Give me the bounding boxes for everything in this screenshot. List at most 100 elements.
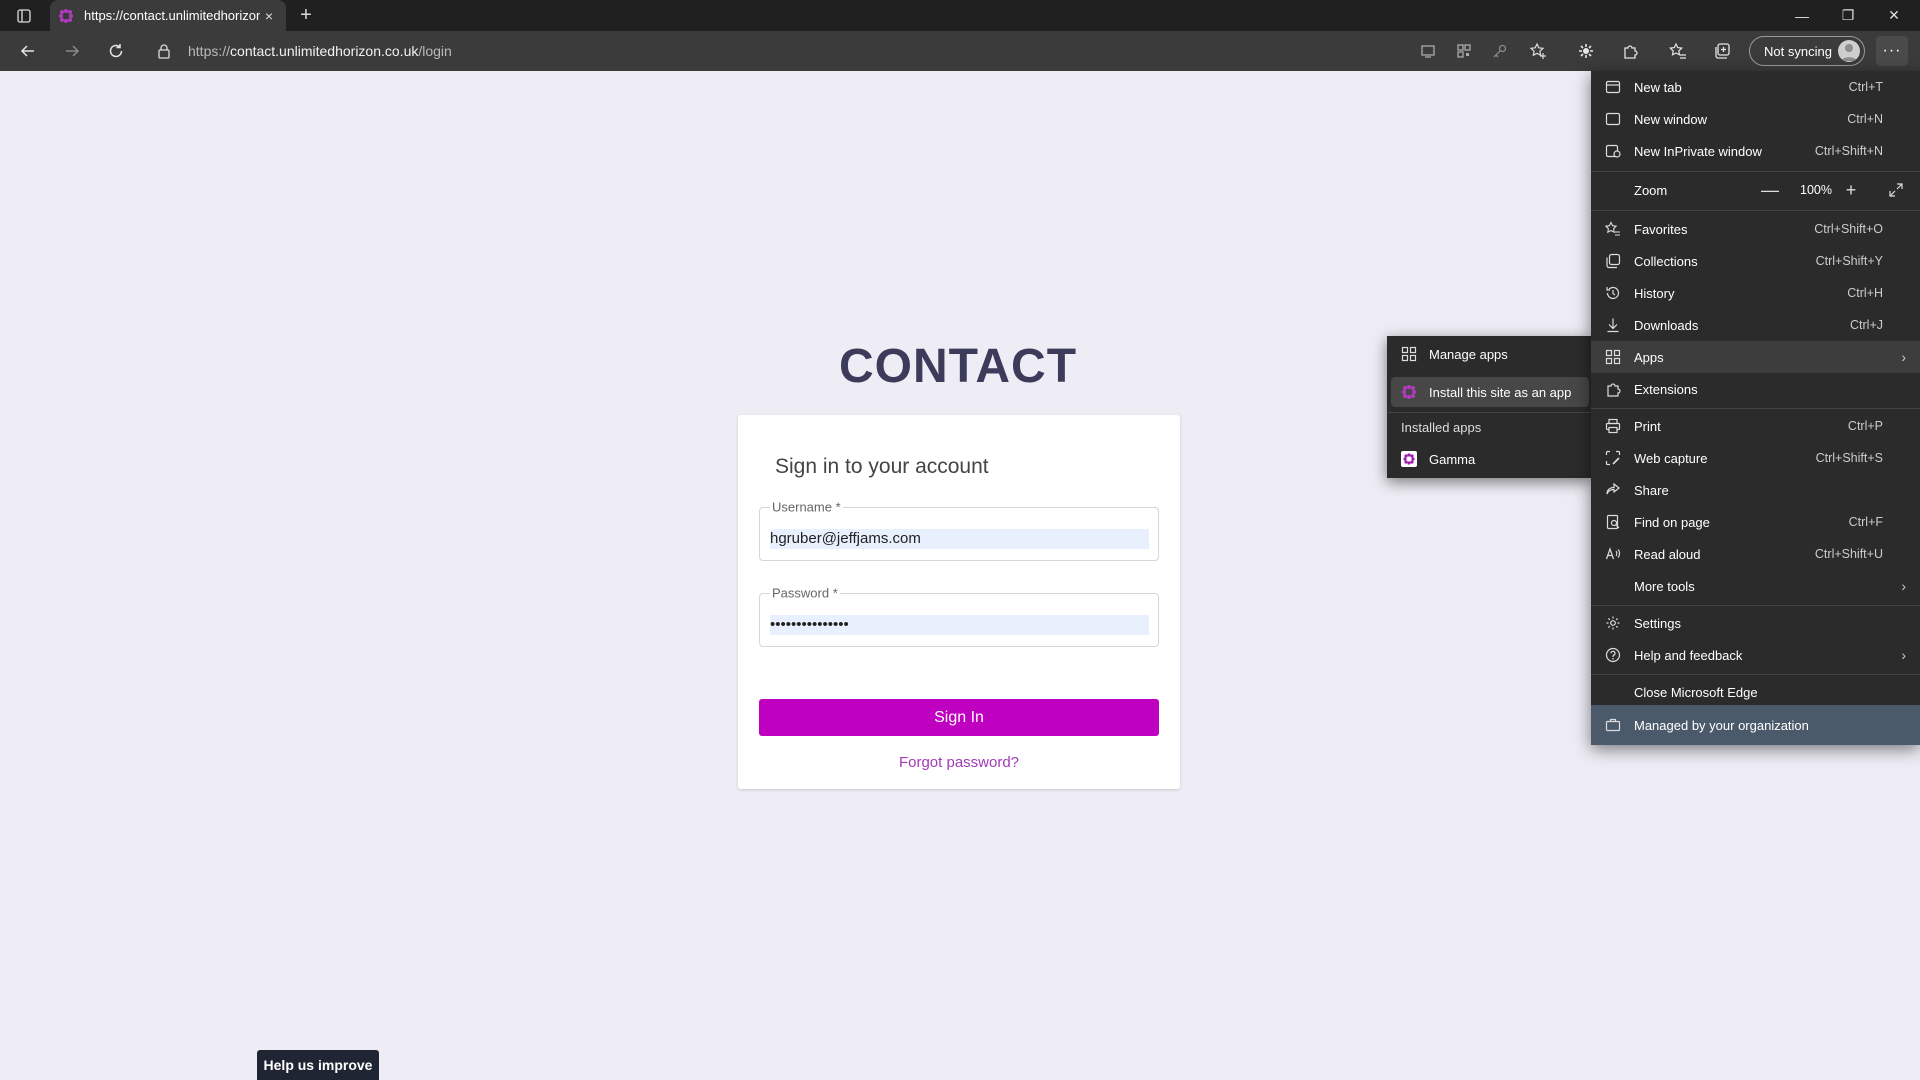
add-favorite-button[interactable] — [1524, 37, 1552, 65]
back-button[interactable] — [14, 37, 42, 65]
menu-item-extensions[interactable]: Extensions — [1591, 373, 1920, 405]
menu-item-apps[interactable]: Apps › — [1591, 341, 1920, 373]
menu-item-print[interactable]: Print Ctrl+P — [1591, 410, 1920, 442]
username-input[interactable]: hgruber@jeffjams.com — [770, 529, 1149, 549]
menu-label: Settings — [1634, 615, 1681, 631]
site-favicon-icon — [59, 8, 73, 23]
menu-shortcut: Ctrl+J — [1850, 318, 1883, 332]
menu-label: Share — [1634, 482, 1669, 498]
tab-actions-icon — [17, 9, 31, 23]
menu-item-new-tab[interactable]: New tab Ctrl+T — [1591, 71, 1920, 103]
menu-item-zoom: Zoom — 100% + — [1591, 174, 1920, 206]
chevron-right-icon: › — [1901, 578, 1906, 594]
help-us-improve-button[interactable]: Help us improve — [257, 1050, 379, 1080]
history-icon — [1605, 285, 1621, 301]
menu-item-new-inprivate-window[interactable]: New InPrivate window Ctrl+Shift+N — [1591, 135, 1920, 167]
refresh-button[interactable] — [102, 37, 130, 65]
refresh-icon — [109, 44, 123, 58]
avatar — [1838, 40, 1860, 62]
tab-actions-button[interactable] — [10, 4, 38, 28]
managed-row: Managed by your organization — [1591, 709, 1920, 741]
menu-divider — [1591, 210, 1920, 211]
menu-item-web-capture[interactable]: Web capture Ctrl+Shift+S — [1591, 442, 1920, 474]
star-add-icon — [1529, 42, 1546, 59]
manage-apps-icon — [1401, 346, 1417, 362]
menu-shortcut: Ctrl+F — [1848, 515, 1883, 529]
close-window-button[interactable]: ✕ — [1872, 0, 1916, 31]
tab-active[interactable]: https://contact.unlimitedhorizon × — [50, 0, 286, 31]
address-bar[interactable]: https://contact.unlimitedhorizon.co.uk/l… — [150, 37, 1410, 65]
forward-button[interactable] — [58, 37, 86, 65]
menu-item-downloads[interactable]: Downloads Ctrl+J — [1591, 309, 1920, 341]
extension-puzzle-button[interactable] — [1572, 37, 1600, 65]
menu-divider — [1591, 605, 1920, 606]
zoom-label: Zoom — [1634, 182, 1668, 198]
menu-item-read-aloud[interactable]: Read aloud Ctrl+Shift+U — [1591, 538, 1920, 570]
menu-item-new-window[interactable]: New window Ctrl+N — [1591, 103, 1920, 135]
username-label: Username * — [770, 499, 843, 515]
collections-button[interactable] — [1708, 37, 1736, 65]
fullscreen-button[interactable] — [1880, 174, 1912, 206]
menu-label: Collections — [1634, 253, 1698, 269]
manage-apps-item[interactable]: Manage apps — [1387, 339, 1593, 369]
chevron-right-icon: › — [1901, 349, 1906, 365]
qr-code-icon — [1457, 44, 1471, 58]
menu-shortcut: Ctrl+T — [1848, 80, 1883, 94]
url-path: /login — [418, 43, 452, 59]
menu-item-help-and-feedback[interactable]: Help and feedback › — [1591, 639, 1920, 671]
puzzle-icon — [1624, 45, 1638, 59]
qr-code-button[interactable] — [1450, 37, 1478, 65]
managed-by-organization[interactable]: Managed by your organization — [1591, 705, 1920, 745]
settings-icon — [1605, 615, 1621, 631]
collections-icon — [1605, 253, 1621, 269]
lock-icon — [158, 44, 170, 59]
managed-label: Managed by your organization — [1634, 717, 1809, 733]
tab-close-icon[interactable]: × — [260, 8, 278, 24]
username-field[interactable]: Username * hgruber@jeffjams.com — [759, 499, 1159, 561]
briefcase-icon — [1605, 717, 1621, 733]
favorites-bar-button[interactable] — [1664, 37, 1692, 65]
extensions-button[interactable] — [1616, 37, 1644, 65]
login-card: Sign in to your account Username * hgrub… — [738, 415, 1180, 789]
menu-item-collections[interactable]: Collections Ctrl+Shift+Y — [1591, 245, 1920, 277]
menu-item-settings[interactable]: Settings — [1591, 607, 1920, 639]
settings-and-more-button[interactable]: ··· — [1876, 36, 1908, 66]
apps-icon — [1605, 349, 1621, 365]
gamma-app-item[interactable]: Gamma — [1387, 444, 1593, 474]
collections-icon — [1715, 43, 1730, 59]
url-scheme: https:// — [188, 43, 231, 59]
menu-item-close-edge[interactable]: Close Microsoft Edge — [1591, 676, 1920, 708]
menu-item-favorites[interactable]: Favorites Ctrl+Shift+O — [1591, 213, 1920, 245]
menu-item-more-tools[interactable]: More tools › — [1591, 570, 1920, 602]
menu-shortcut: Ctrl+N — [1847, 112, 1883, 126]
menu-item-history[interactable]: History Ctrl+H — [1591, 277, 1920, 309]
new-window-icon — [1605, 111, 1621, 127]
password-input[interactable]: ••••••••••••••• — [770, 615, 1149, 635]
menu-label: Find on page — [1634, 514, 1710, 530]
zoom-in-button[interactable]: + — [1835, 174, 1867, 206]
sign-in-button[interactable]: Sign In — [759, 699, 1159, 736]
menu-label: History — [1634, 285, 1675, 301]
immersive-reader-button[interactable] — [1414, 37, 1442, 65]
forgot-password-link[interactable]: Forgot password? — [738, 754, 1180, 771]
profile-sync-button[interactable]: Not syncing — [1749, 36, 1865, 66]
zoom-level: 100% — [1800, 183, 1832, 197]
minimize-button[interactable]: — — [1780, 0, 1824, 31]
menu-shortcut: Ctrl+Shift+N — [1814, 144, 1883, 158]
menu-label: Apps — [1634, 349, 1664, 365]
password-key-button[interactable] — [1486, 37, 1514, 65]
immersive-reader-icon — [1421, 45, 1435, 58]
menu-item-find-on-page[interactable]: Find on page Ctrl+F — [1591, 506, 1920, 538]
menu-shortcut: Ctrl+Shift+S — [1815, 451, 1883, 465]
new-tab-button[interactable]: + — [294, 3, 318, 27]
menu-item-share[interactable]: Share — [1591, 474, 1920, 506]
install-site-as-app-item[interactable]: Install this site as an app — [1391, 377, 1589, 407]
find-icon — [1605, 514, 1621, 530]
tab-bar: https://contact.unlimitedhorizon × + — ❐… — [0, 0, 1920, 31]
tab-title: https://contact.unlimitedhorizon — [84, 8, 260, 23]
brand-title: CONTACT — [838, 340, 1078, 393]
zoom-out-button[interactable]: — — [1754, 174, 1786, 206]
inprivate-icon — [1605, 143, 1621, 159]
password-field[interactable]: Password * ••••••••••••••• — [759, 585, 1159, 647]
restore-button[interactable]: ❐ — [1826, 0, 1870, 31]
